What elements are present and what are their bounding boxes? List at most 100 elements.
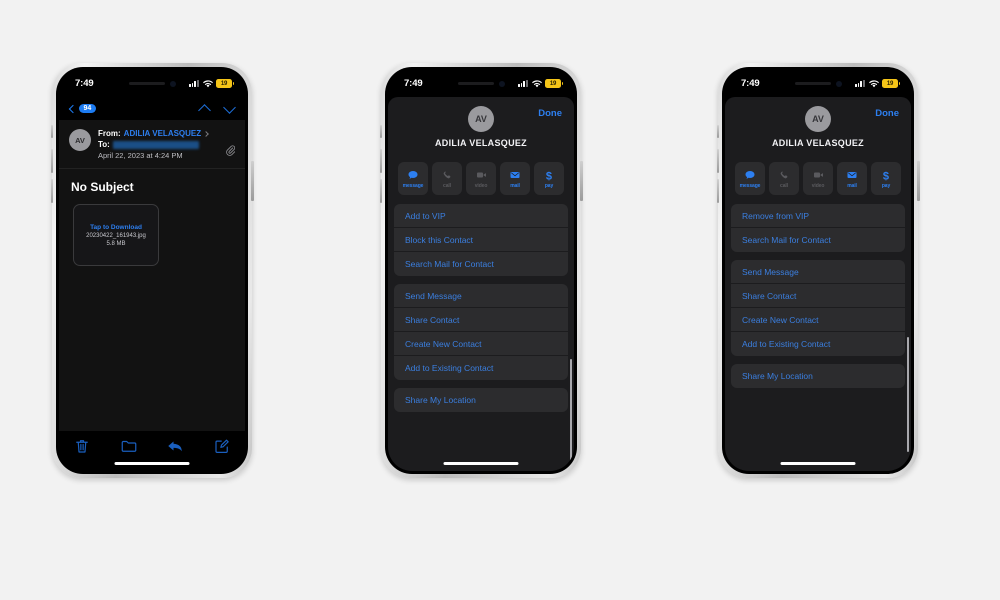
volume-up-button[interactable] [379,149,382,173]
from-label: From: [98,129,121,138]
wifi-icon [202,79,213,88]
back-to-inbox-button[interactable]: 94 [68,103,96,114]
menu-item-add-to-existing-contact[interactable]: Add to Existing Contact [731,332,905,356]
action-label: pay [881,183,891,189]
power-button[interactable] [580,161,583,201]
svg-text:$: $ [546,170,552,182]
action-pay-button[interactable]: $ pay [871,162,901,195]
action-label: video [811,183,825,189]
wifi-icon [868,79,879,88]
screenshot-stage: 7:49 19 94 AV From: ADILIA VELASQUEZ To:… [0,0,1000,600]
action-call-button: call [769,162,799,195]
front-camera-icon [169,80,176,87]
volume-down-button[interactable] [716,179,719,203]
quick-actions-row: message call video mail $ pay [388,155,574,204]
compose-pencil-icon[interactable] [213,437,231,455]
contact-action-sheet-2: AV Done ADILIA VELASQUEZ message call vi… [388,97,574,471]
reply-arrow-icon[interactable] [166,437,184,455]
battery-level: 19 [549,80,557,87]
speaker-pill [128,81,165,86]
menu-item-share-contact[interactable]: Share Contact [394,308,568,332]
status-indicators: 19 [188,79,234,88]
action-label: call [443,183,451,189]
volume-up-button[interactable] [716,149,719,173]
speaker-pill [794,81,831,86]
mute-switch[interactable] [379,125,382,138]
menu-group: Add to VIP Block this Contact Search Mai… [394,204,568,276]
attachment-download-label: Tap to Download [90,223,142,231]
menu-group: Send Message Share Contact Create New Co… [394,284,568,380]
chevron-up-icon[interactable] [198,103,211,117]
dynamic-island [116,77,188,90]
sender-name[interactable]: ADILIA VELASQUEZ [124,128,201,139]
phone-handset-icon [778,168,790,182]
menu-groups-2: Add to VIP Block this Contact Search Mai… [388,204,574,412]
menu-item-share-contact[interactable]: Share Contact [731,284,905,308]
message-date: April 22, 2023 at 4:24 PM [98,151,183,160]
volume-up-button[interactable] [50,149,53,173]
action-mail-button[interactable]: mail [500,162,530,195]
power-button[interactable] [917,161,920,201]
menu-item-share-my-location[interactable]: Share My Location [394,388,568,412]
video-camera-icon [812,168,825,182]
cellular-signal-icon [188,79,199,88]
menu-item-block-this-contact[interactable]: Block this Contact [394,228,568,252]
menu-item-create-new-contact[interactable]: Create New Contact [394,332,568,356]
status-time: 7:49 [75,78,94,89]
action-label: message [402,183,424,189]
message-bubble-icon [744,168,756,182]
menu-item-search-mail-for-contact[interactable]: Search Mail for Contact [394,252,568,276]
trash-icon[interactable] [73,437,91,455]
menu-item-share-my-location[interactable]: Share My Location [731,364,905,388]
battery-low-power-icon: 19 [882,79,900,88]
menu-item-send-message[interactable]: Send Message [731,260,905,284]
paperclip-icon [226,145,236,159]
action-video-button: video [803,162,833,195]
message-header[interactable]: AV From: ADILIA VELASQUEZ To: April 22, … [59,120,245,169]
action-message-button[interactable]: message [398,162,428,195]
video-camera-icon [475,168,488,182]
action-label: mail [510,183,520,189]
menu-item-remove-from-vip[interactable]: Remove from VIP [731,204,905,228]
contact-name: ADILIA VELASQUEZ [772,138,864,148]
message-nav-arrows [198,100,236,117]
envelope-icon [509,168,521,182]
chevron-left-icon [68,104,78,113]
scrollbar[interactable] [906,337,909,452]
phone-handset-icon [441,168,453,182]
mute-switch[interactable] [50,125,53,138]
attachment-size: 5.8 MB [106,240,126,247]
device-bezel-2: 7:49 19 AV Done ADILIA VELASQUEZ message… [385,67,577,474]
done-button[interactable]: Done [875,108,899,119]
menu-item-add-to-vip[interactable]: Add to VIP [394,204,568,228]
menu-item-send-message[interactable]: Send Message [394,284,568,308]
menu-item-search-mail-for-contact[interactable]: Search Mail for Contact [731,228,905,252]
action-message-button[interactable]: message [735,162,765,195]
scrollbar[interactable] [569,359,572,471]
action-video-button: video [466,162,496,195]
done-button[interactable]: Done [538,108,562,119]
wifi-icon [531,79,542,88]
power-button[interactable] [251,161,254,201]
home-indicator[interactable] [443,461,519,465]
mute-switch[interactable] [716,125,719,138]
home-indicator[interactable] [114,461,190,465]
home-indicator[interactable] [780,461,856,465]
action-mail-button[interactable]: mail [837,162,867,195]
message-bubble-icon [407,168,419,182]
contact-sheet-header: AV Done ADILIA VELASQUEZ [388,97,574,155]
screen-2: 7:49 19 AV Done ADILIA VELASQUEZ message… [388,70,574,471]
menu-item-create-new-contact[interactable]: Create New Contact [731,308,905,332]
action-pay-button[interactable]: $ pay [534,162,564,195]
folder-icon[interactable] [120,437,138,455]
menu-item-add-to-existing-contact[interactable]: Add to Existing Contact [394,356,568,380]
volume-down-button[interactable] [50,179,53,203]
chevron-down-icon[interactable] [223,100,236,114]
unread-count-badge: 94 [79,103,96,114]
chevron-right-icon[interactable] [203,130,209,137]
contact-action-sheet-3: AV Done ADILIA VELASQUEZ message call vi… [725,97,911,471]
speaker-pill [457,81,494,86]
volume-down-button[interactable] [379,179,382,203]
attachment-download-card[interactable]: Tap to Download 20230422_161943.jpg 5.8 … [73,204,159,266]
cellular-signal-icon [517,79,528,88]
